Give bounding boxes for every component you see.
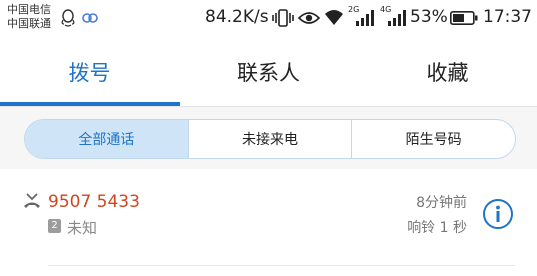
filter-area: 全部通话 未接来电 陌生号码 <box>0 107 537 169</box>
filter-all-calls[interactable]: 全部通话 <box>25 120 189 158</box>
signal-icon-2 <box>388 10 406 26</box>
carrier-1: 中国电信 <box>7 3 51 16</box>
row-divider <box>48 265 515 266</box>
wifi-icon <box>325 10 343 25</box>
filter-unknown-numbers[interactable]: 陌生号码 <box>352 120 515 158</box>
signal-icon <box>356 10 374 26</box>
call-log-list: 9507 5433 2 未知 8分钟前 响铃 1 秒 <box>0 169 537 276</box>
tab-favorites[interactable]: 收藏 <box>358 36 537 108</box>
filter-missed-calls[interactable]: 未接来电 <box>189 120 353 158</box>
call-number: 9507 5433 <box>48 192 140 212</box>
ring-duration: 响铃 1 秒 <box>407 220 467 236</box>
carrier-info: 中国电信 中国联通 <box>7 3 51 31</box>
battery-icon <box>450 11 478 25</box>
app-icon <box>82 13 98 23</box>
status-bar: 中国电信 中国联通 84.2K/s 2G 4G 53% 17:37 <box>0 0 537 36</box>
net-speed: 84.2K/s <box>205 7 269 27</box>
call-location: 未知 <box>67 219 98 237</box>
clock: 17:37 <box>483 7 532 27</box>
call-time: 8分钟前 <box>416 195 467 211</box>
call-filter-segmented: 全部通话 未接来电 陌生号码 <box>24 119 516 159</box>
carrier-2: 中国联通 <box>7 17 51 30</box>
qq-icon <box>61 9 75 27</box>
tab-contacts[interactable]: 联系人 <box>179 36 358 108</box>
battery-percent: 53% <box>410 7 448 27</box>
info-icon[interactable] <box>482 198 514 230</box>
sim-badge: 2 <box>48 219 61 233</box>
tab-dialer[interactable]: 拨号 <box>0 36 179 108</box>
call-log-item[interactable]: 9507 5433 2 未知 8分钟前 响铃 1 秒 <box>0 179 537 266</box>
vibrate-icon <box>272 9 294 27</box>
eye-comfort-icon <box>298 12 320 24</box>
missed-call-icon <box>24 193 40 208</box>
main-tabs: 拨号 联系人 收藏 <box>0 36 537 108</box>
